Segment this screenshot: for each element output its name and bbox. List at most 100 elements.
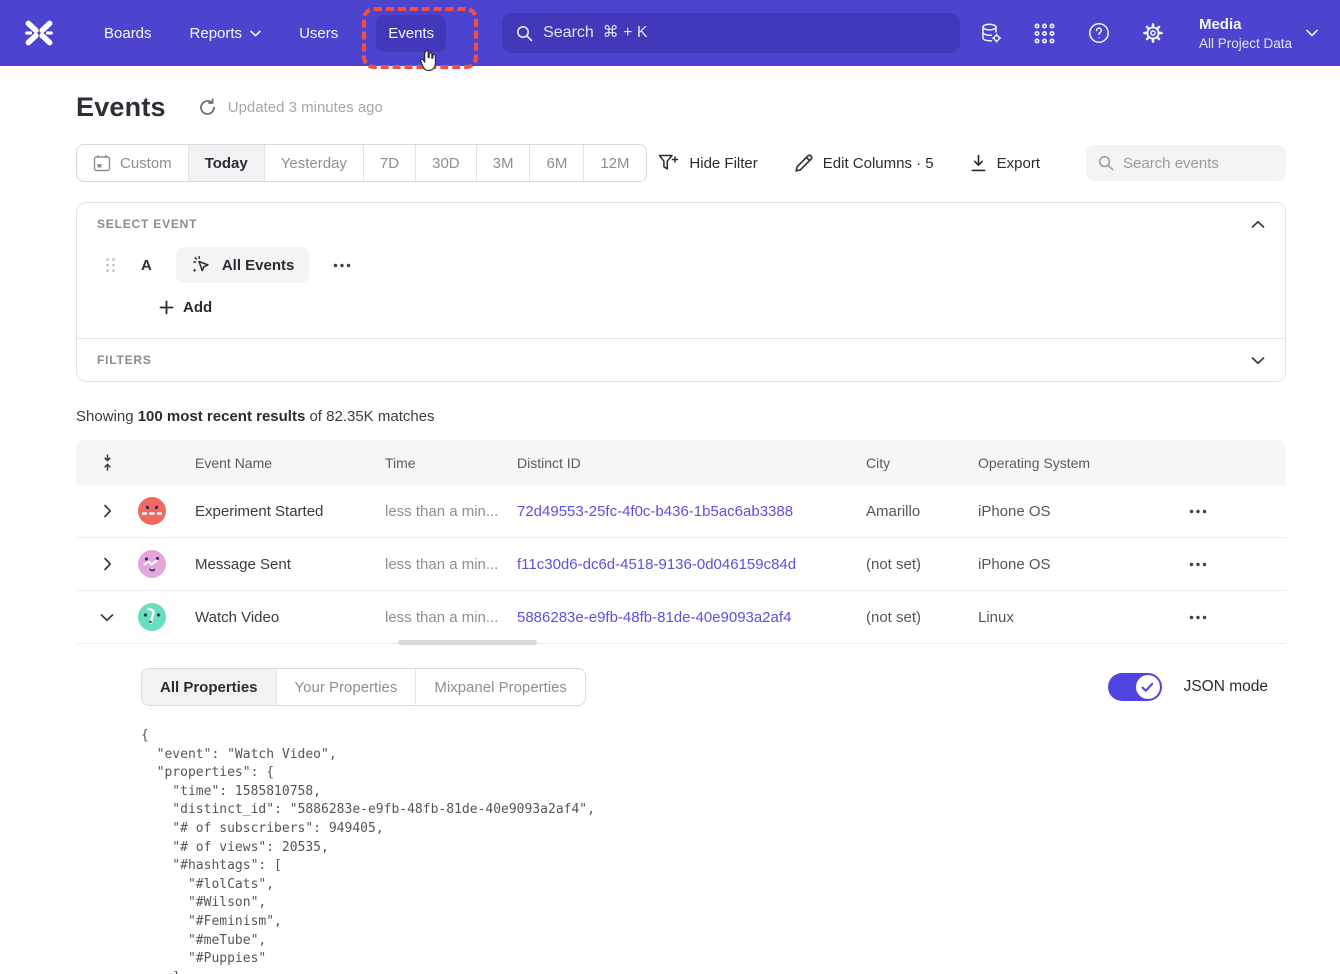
filters-section[interactable]: FILTERS	[77, 339, 1285, 381]
chevron-down-icon[interactable]	[1251, 356, 1265, 365]
drag-handle-icon[interactable]	[105, 257, 119, 273]
events-table: Event Name Time Distinct ID City Operati…	[76, 440, 1286, 974]
collapse-row-icon[interactable]	[76, 613, 138, 622]
json-code-line: {	[141, 727, 1268, 746]
date-range-label: Custom	[120, 155, 172, 172]
nav-items: Boards Reports Users Events	[92, 15, 446, 52]
col-header-event-name: Event Name	[195, 455, 385, 471]
json-code-line: "event": "Watch Video",	[141, 746, 1268, 765]
page-title: Events	[76, 92, 166, 123]
table-row[interactable]: Message Sent less than a min... f11c30d6…	[76, 538, 1286, 591]
row-more-options-icon[interactable]	[1185, 509, 1286, 514]
json-code-line: "distinct_id": "5886283e-e9fb-48fb-81de-…	[141, 801, 1268, 820]
project-switcher[interactable]: Media All Project Data	[1199, 15, 1318, 52]
event-row-letter: A	[141, 257, 152, 274]
export-button[interactable]: Export	[970, 154, 1040, 172]
nav-right-icons: Media All Project Data	[979, 15, 1318, 52]
date-range-3m[interactable]: 3M	[477, 145, 531, 181]
tab-mixpanel-properties[interactable]: Mixpanel Properties	[416, 669, 585, 705]
cell-city: (not set)	[866, 609, 978, 626]
date-range-6m[interactable]: 6M	[530, 145, 584, 181]
magic-cursor-icon	[191, 255, 212, 275]
date-range-today[interactable]: Today	[189, 145, 265, 181]
download-icon	[970, 154, 987, 172]
json-code-line: "#Puppies"	[141, 950, 1268, 969]
event-more-options-icon[interactable]	[327, 257, 357, 274]
cursor-hand-icon	[416, 49, 440, 75]
date-range-30d[interactable]: 30D	[416, 145, 477, 181]
event-selector-button[interactable]: All Events	[176, 247, 310, 283]
help-icon[interactable]	[1087, 21, 1111, 45]
event-query-row: A All Events	[97, 247, 1265, 283]
cell-os: iPhone OS	[978, 503, 1185, 520]
chevron-down-icon	[250, 30, 261, 37]
summary-suffix: of 82.35K matches	[305, 408, 434, 425]
nav-item-events[interactable]: Events	[376, 15, 446, 52]
cell-time: less than a min...	[385, 503, 517, 520]
toolbar-actions: Hide Filter Edit Columns · 5	[658, 145, 1286, 181]
search-events-input[interactable]	[1123, 155, 1274, 172]
cell-event-name: Message Sent	[195, 556, 385, 573]
page-header: Events Updated 3 minutes ago	[76, 92, 1286, 123]
data-management-icon[interactable]	[979, 21, 1003, 45]
cell-event-name: Experiment Started	[195, 503, 385, 520]
page: Boards Reports Users Events	[0, 0, 1340, 974]
edit-columns-button[interactable]: Edit Columns · 5	[794, 154, 934, 173]
col-header-os: Operating System	[978, 455, 1185, 471]
nav-item-users[interactable]: Users	[287, 15, 350, 52]
summary-prefix: Showing	[76, 408, 138, 425]
date-range-7d[interactable]: 7D	[364, 145, 416, 181]
main-content: Events Updated 3 minutes ago	[0, 92, 1340, 974]
nav-item-boards[interactable]: Boards	[92, 15, 164, 52]
search-icon	[516, 25, 533, 42]
hide-filter-button[interactable]: Hide Filter	[658, 154, 757, 173]
global-search-input[interactable]	[543, 24, 946, 42]
nav-item-reports[interactable]: Reports	[178, 15, 274, 52]
chevron-down-icon	[1306, 29, 1318, 37]
cell-distinct-id-link[interactable]: 72d49553-25fc-4f0c-b436-1b5ac6ab3388	[517, 503, 866, 520]
tab-all-properties[interactable]: All Properties	[142, 669, 277, 705]
edit-columns-label: Edit Columns · 5	[823, 155, 934, 172]
date-range-yesterday[interactable]: Yesterday	[265, 145, 364, 181]
select-event-section: SELECT EVENT A	[77, 203, 1285, 338]
json-code-line: "time": 1585810758,	[141, 783, 1268, 802]
filters-label: FILTERS	[97, 353, 152, 367]
row-more-options-icon[interactable]	[1185, 615, 1286, 620]
table-row[interactable]: Experiment Started less than a min... 72…	[76, 485, 1286, 538]
nav-item-reports-label: Reports	[190, 25, 243, 42]
horizontal-scrollbar-thumb[interactable]	[398, 640, 537, 645]
tab-your-properties[interactable]: Your Properties	[277, 669, 417, 705]
date-range-12m[interactable]: 12M	[584, 145, 645, 181]
cell-distinct-id-link[interactable]: f11c30d6-dc6d-4518-9136-0d046159c84d	[517, 556, 866, 573]
json-code-line: ],	[141, 969, 1268, 974]
tab-label: Your Properties	[295, 679, 398, 696]
summary-count: 100 most recent results	[138, 408, 306, 425]
apps-grid-icon[interactable]	[1033, 21, 1057, 45]
hide-filter-label: Hide Filter	[689, 155, 757, 172]
table-row-expanded[interactable]: Watch Video less than a min... 5886283e-…	[76, 591, 1286, 644]
mixpanel-logo[interactable]	[22, 16, 56, 50]
settings-gear-icon[interactable]	[1141, 21, 1165, 45]
date-range-custom[interactable]: Custom	[77, 145, 189, 181]
add-label: Add	[183, 299, 212, 316]
date-range-label: 12M	[600, 155, 629, 172]
select-event-label: SELECT EVENT	[97, 217, 197, 231]
cell-distinct-id-link[interactable]: 5886283e-e9fb-48fb-81de-40e9093a2af4	[517, 609, 866, 626]
refresh-icon[interactable]	[198, 98, 218, 118]
collapse-rows-icon[interactable]	[76, 454, 138, 471]
json-mode-toggle[interactable]	[1108, 673, 1162, 701]
tab-label: Mixpanel Properties	[434, 679, 567, 696]
expand-row-icon[interactable]	[76, 504, 138, 518]
add-event-button[interactable]: Add	[159, 299, 212, 316]
json-code-line: "#lolCats",	[141, 876, 1268, 895]
global-search[interactable]	[502, 13, 960, 53]
expand-row-icon[interactable]	[76, 557, 138, 571]
project-subtitle: All Project Data	[1199, 35, 1292, 52]
json-code-line: "#hashtags": [	[141, 857, 1268, 876]
plus-icon	[159, 300, 174, 315]
project-name: Media	[1199, 15, 1292, 35]
row-more-options-icon[interactable]	[1185, 562, 1286, 567]
chevron-up-icon[interactable]	[1251, 220, 1265, 229]
cell-time: less than a min...	[385, 609, 517, 626]
search-events-field[interactable]	[1086, 145, 1286, 181]
